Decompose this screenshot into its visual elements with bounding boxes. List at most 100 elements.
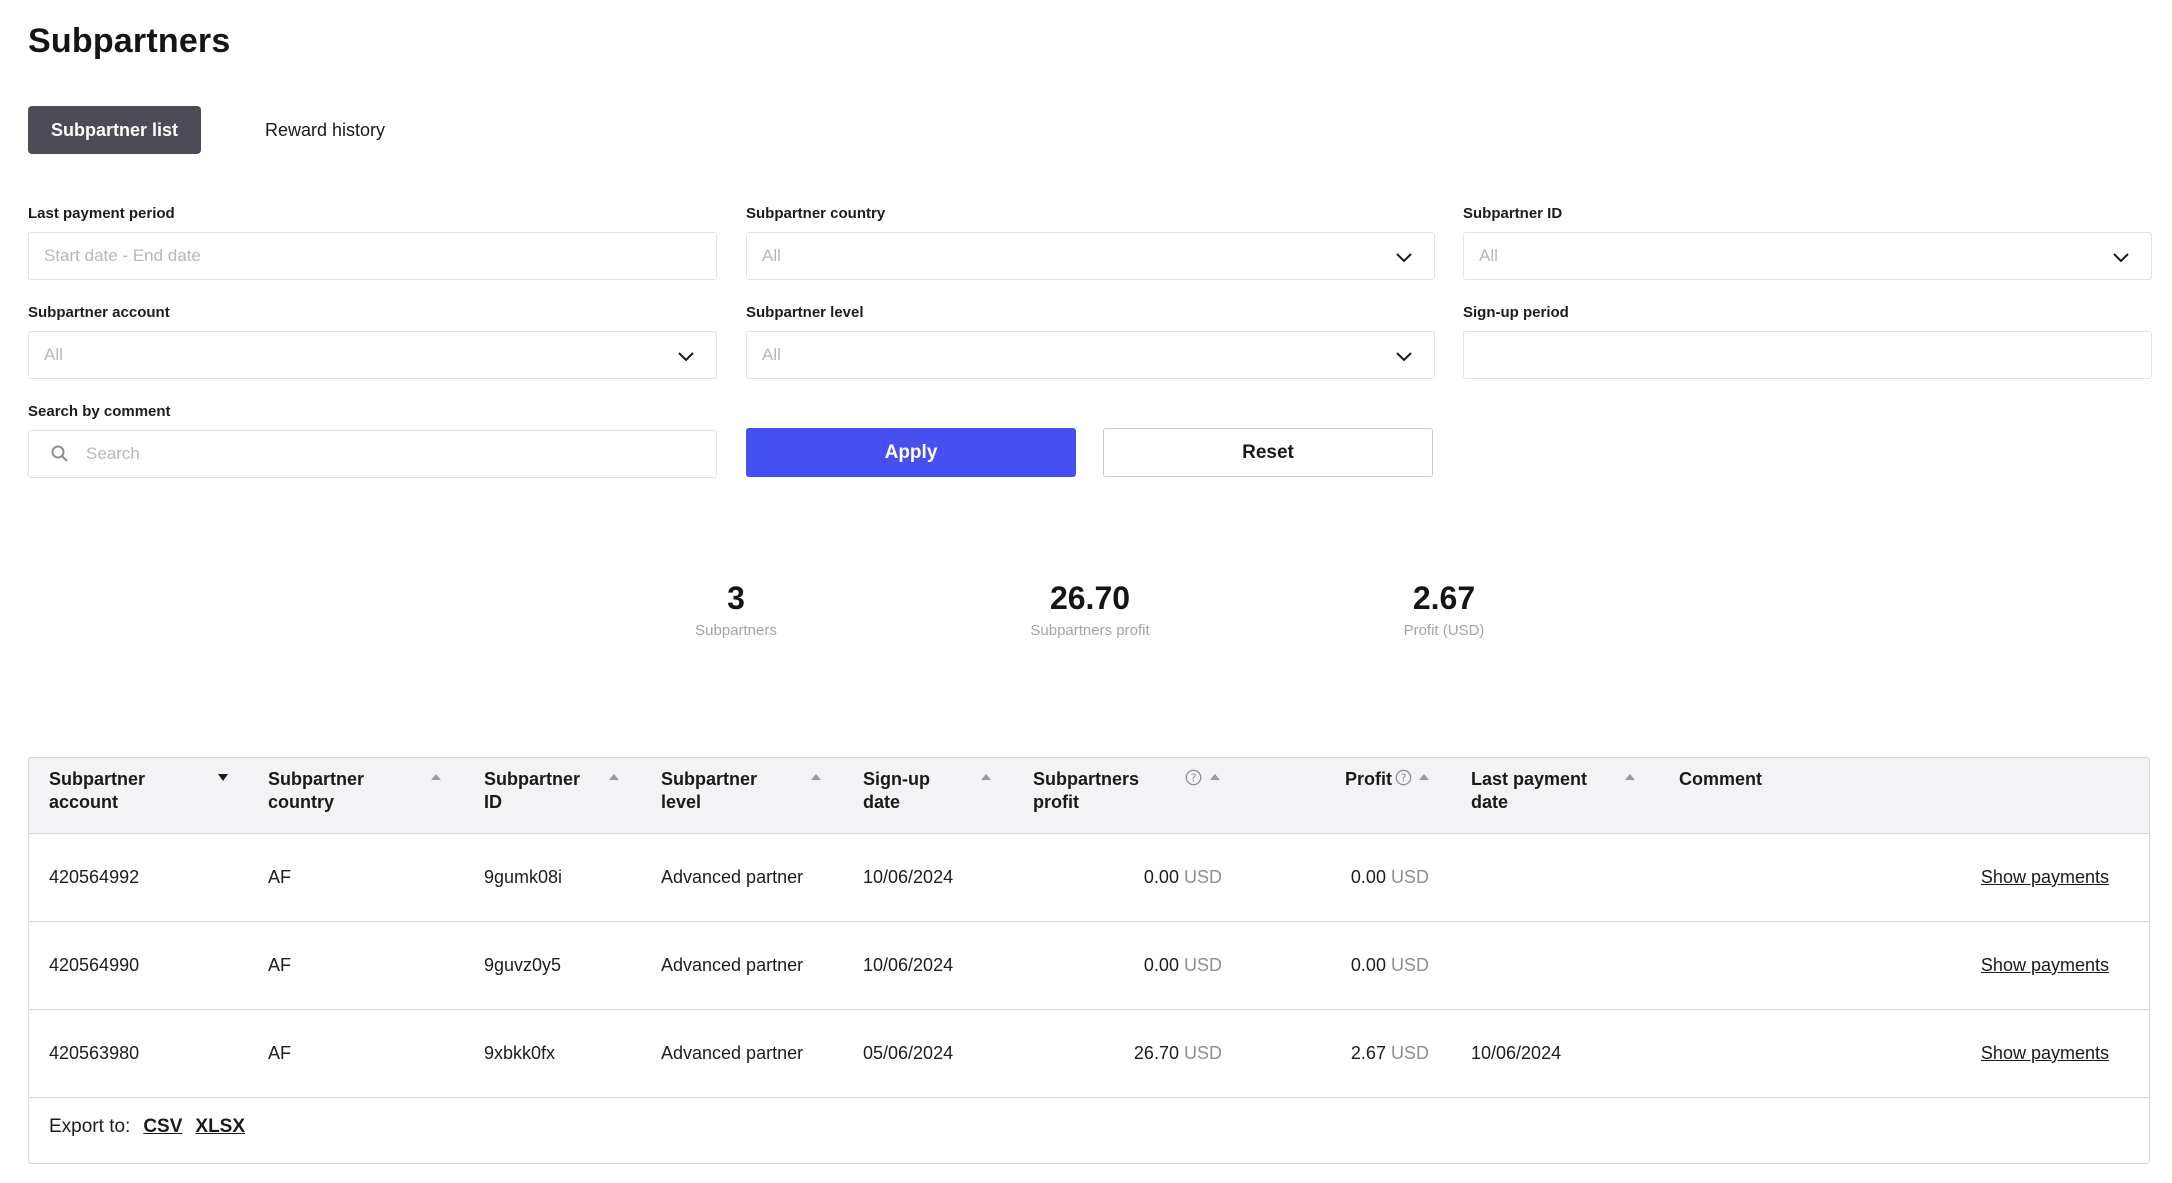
filter-label: Subpartner account bbox=[28, 304, 170, 321]
export-bar: Export to: CSV XLSX bbox=[49, 1116, 245, 1138]
cell-country: AF bbox=[268, 1043, 292, 1063]
column-header-last-payment-date[interactable]: Last payment date bbox=[1471, 768, 1587, 814]
stat-label: Subpartners bbox=[695, 622, 777, 639]
cell-subpartners-profit: 0.00 USD bbox=[1144, 867, 1222, 888]
column-header-account[interactable]: Subpartner account bbox=[49, 768, 219, 814]
chevron-down-icon bbox=[1396, 253, 1412, 263]
stat-value: 3 bbox=[727, 580, 745, 616]
subpartner-id-select[interactable]: All bbox=[1463, 232, 2152, 280]
search-comment-input[interactable]: Search bbox=[28, 430, 717, 478]
cell-level: Advanced partner bbox=[661, 955, 804, 975]
show-payments-link[interactable]: Show payments bbox=[1981, 867, 2109, 888]
sort-asc-icon[interactable] bbox=[609, 774, 619, 780]
subpartner-level-select[interactable]: All bbox=[746, 331, 1435, 379]
filter-subpartner-level: Subpartner level All bbox=[746, 304, 1435, 379]
export-label: Export to: bbox=[49, 1116, 131, 1137]
currency: USD bbox=[1183, 955, 1222, 975]
cell-level: Advanced partner bbox=[661, 867, 804, 887]
cell-profit: 0.00 USD bbox=[1351, 867, 1429, 888]
stat-value: 26.70 bbox=[1049, 580, 1131, 616]
currency: USD bbox=[1183, 867, 1222, 887]
svg-text:?: ? bbox=[1191, 771, 1197, 784]
table-row: 420564990 AF 9guvz0y5 Advanced partner 1… bbox=[29, 922, 2149, 1010]
tab-reward-history[interactable]: Reward history bbox=[237, 106, 413, 154]
column-header-signup-date[interactable]: Sign-up date bbox=[863, 768, 930, 814]
sort-desc-icon[interactable] bbox=[218, 774, 228, 781]
cell-account: 420563980 bbox=[49, 1043, 140, 1063]
cell-profit: 0.00 USD bbox=[1351, 955, 1429, 976]
export-xlsx-link[interactable]: XLSX bbox=[195, 1116, 245, 1138]
svg-text:?: ? bbox=[1401, 771, 1407, 784]
reset-button[interactable]: Reset bbox=[1103, 428, 1433, 477]
chevron-down-icon bbox=[1396, 352, 1412, 362]
select-value: All bbox=[762, 246, 781, 265]
apply-button[interactable]: Apply bbox=[746, 428, 1076, 477]
help-icon[interactable]: ? bbox=[1185, 769, 1202, 786]
stat-label: Subpartners profit bbox=[1030, 622, 1150, 639]
show-payments-link[interactable]: Show payments bbox=[1981, 955, 2109, 976]
amount: 0.00 bbox=[1350, 867, 1386, 887]
currency: USD bbox=[1390, 867, 1429, 887]
filter-label: Sign-up period bbox=[1463, 304, 1569, 321]
cell-signup-date: 10/06/2024 bbox=[863, 867, 954, 887]
last-payment-period-input[interactable]: Start date - End date bbox=[28, 232, 717, 280]
filter-label: Subpartner ID bbox=[1463, 205, 1563, 222]
cell-account: 420564992 bbox=[49, 867, 140, 887]
select-value: All bbox=[1479, 246, 1498, 265]
select-value: All bbox=[762, 345, 781, 364]
cell-id: 9gumk08i bbox=[484, 867, 563, 887]
filter-subpartner-country: Subpartner country All bbox=[746, 205, 1435, 280]
table-header: Subpartner account Subpartner country Su… bbox=[29, 758, 2149, 834]
sort-asc-icon[interactable] bbox=[431, 774, 441, 780]
stat-profit-usd: 2.67 Profit (USD) bbox=[1324, 578, 1564, 639]
column-header-subpartners-profit[interactable]: Subpartners profit bbox=[1033, 768, 1139, 814]
column-header-comment: Comment bbox=[1679, 769, 1763, 789]
cell-signup-date: 10/06/2024 bbox=[863, 955, 954, 975]
tab-subpartner-list[interactable]: Subpartner list bbox=[28, 106, 201, 154]
column-header-profit[interactable]: Profit bbox=[1345, 768, 1392, 791]
signup-period-input[interactable] bbox=[1463, 331, 2152, 379]
stat-label: Profit (USD) bbox=[1403, 622, 1485, 639]
export-csv-link[interactable]: CSV bbox=[143, 1116, 182, 1138]
sort-asc-icon[interactable] bbox=[811, 774, 821, 780]
column-header-id[interactable]: Subpartner ID bbox=[484, 768, 580, 814]
stat-value: 2.67 bbox=[1412, 580, 1476, 616]
cell-country: AF bbox=[268, 955, 292, 975]
stat-subpartners: 3 Subpartners bbox=[616, 578, 856, 639]
filter-label: Subpartner level bbox=[746, 304, 864, 321]
cell-id: 9guvz0y5 bbox=[484, 955, 562, 975]
chevron-down-icon bbox=[678, 352, 694, 362]
filter-subpartner-account: Subpartner account All bbox=[28, 304, 717, 379]
currency: USD bbox=[1390, 1043, 1429, 1063]
show-payments-link[interactable]: Show payments bbox=[1981, 1043, 2109, 1064]
filter-last-payment-period: Last payment period Start date - End dat… bbox=[28, 205, 717, 280]
column-header-country[interactable]: Subpartner country bbox=[268, 768, 364, 814]
cell-signup-date: 05/06/2024 bbox=[863, 1043, 954, 1063]
table-row: 420563980 AF 9xbkk0fx Advanced partner 0… bbox=[29, 1010, 2149, 1098]
filter-search-comment: Search by comment Search bbox=[28, 403, 717, 478]
subpartner-account-select[interactable]: All bbox=[28, 331, 717, 379]
sort-asc-icon[interactable] bbox=[1210, 774, 1220, 780]
cell-country: AF bbox=[268, 867, 292, 887]
tab-bar: Subpartner list Reward history bbox=[28, 106, 413, 154]
cell-account: 420564990 bbox=[49, 955, 140, 975]
subpartner-country-select[interactable]: All bbox=[746, 232, 1435, 280]
sort-asc-icon[interactable] bbox=[1625, 774, 1635, 780]
sort-asc-icon[interactable] bbox=[981, 774, 991, 780]
column-header-level[interactable]: Subpartner level bbox=[661, 768, 757, 814]
subpartners-table: Subpartner account Subpartner country Su… bbox=[28, 757, 2150, 1164]
help-icon[interactable]: ? bbox=[1395, 769, 1412, 786]
amount: 2.67 bbox=[1350, 1043, 1386, 1063]
filter-subpartner-id: Subpartner ID All bbox=[1463, 205, 2152, 280]
table-row: 420564992 AF 9gumk08i Advanced partner 1… bbox=[29, 834, 2149, 922]
cell-subpartners-profit: 0.00 USD bbox=[1144, 955, 1222, 976]
cell-subpartners-profit: 26.70 USD bbox=[1134, 1043, 1222, 1064]
select-value: All bbox=[44, 345, 63, 364]
filter-label: Search by comment bbox=[28, 403, 171, 420]
amount: 0.00 bbox=[1143, 955, 1179, 975]
sort-asc-icon[interactable] bbox=[1419, 774, 1429, 780]
chevron-down-icon bbox=[2113, 253, 2129, 263]
cell-profit: 2.67 USD bbox=[1351, 1043, 1429, 1064]
search-placeholder: Search bbox=[86, 444, 140, 463]
currency: USD bbox=[1183, 1043, 1222, 1063]
